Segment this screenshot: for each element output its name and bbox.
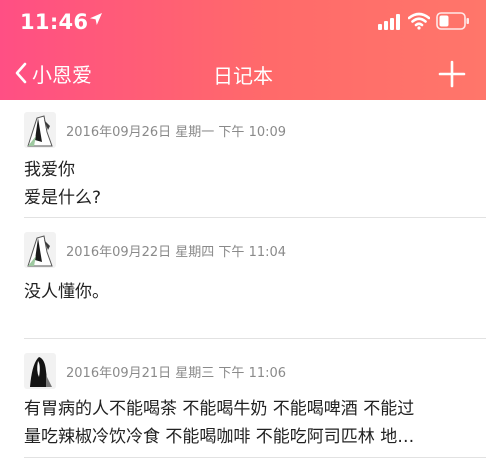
wifi-icon xyxy=(408,12,430,30)
entry-date: 2016年09月26日 星期一 下午 10:09 xyxy=(66,124,287,140)
status-time: 11:46 xyxy=(20,10,89,34)
entry-text-line: 有胃病的人不能喝茶 不能喝牛奶 不能喝啤酒 不能过 xyxy=(24,399,415,419)
entry-text-line: 爱是什么? xyxy=(24,188,102,208)
entry-text-line: 没人懂你。 xyxy=(24,282,109,302)
avatar xyxy=(24,112,56,148)
entry-date: 2016年09月21日 星期三 下午 11:06 xyxy=(66,365,287,381)
status-bar: 11:46 xyxy=(0,0,486,44)
entry-meta: 2016年09月22日 星期四 下午 11:04 xyxy=(24,232,286,268)
entry-date: 2016年09月22日 星期四 下午 11:04 xyxy=(66,244,287,260)
diary-entry[interactable]: 2016年09月22日 星期四 下午 11:04 没人懂你。 xyxy=(0,218,486,338)
entry-meta: 2016年09月26日 星期一 下午 10:09 xyxy=(24,112,286,148)
location-arrow-icon xyxy=(90,13,102,25)
navigation-bar: 小恩爱 日记本 xyxy=(0,50,486,96)
cellular-signal-icon xyxy=(378,14,400,30)
battery-icon xyxy=(436,12,469,30)
entry-text-line: 我爱你 xyxy=(24,160,75,180)
entry-meta: 2016年09月21日 星期三 下午 11:06 xyxy=(24,353,286,389)
avatar xyxy=(24,232,56,268)
divider xyxy=(24,457,486,458)
diary-entry[interactable]: 2016年09月21日 星期三 下午 11:06 有胃病的人不能喝茶 不能喝牛奶… xyxy=(0,339,486,465)
avatar xyxy=(24,353,56,389)
app-header: 11:46 小恩爱 日记本 xyxy=(0,0,486,100)
entry-text-line: 量吃辣椒冷饮冷食 不能喝咖啡 不能吃阿司匹林 地… xyxy=(24,427,415,447)
page-title: 日记本 xyxy=(213,64,273,88)
diary-entry[interactable]: 2016年09月26日 星期一 下午 10:09 我爱你 爱是什么? xyxy=(0,100,486,218)
plus-icon[interactable] xyxy=(438,60,466,88)
